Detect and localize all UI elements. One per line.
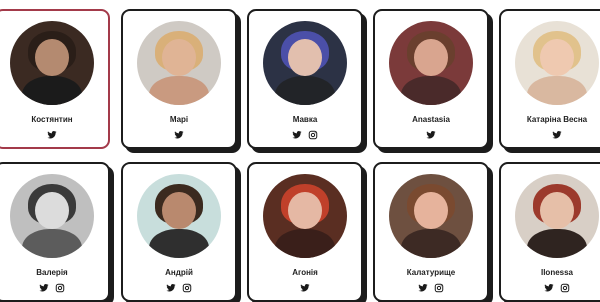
social-links [174,130,184,140]
avatar [263,21,347,105]
twitter-icon[interactable] [552,130,562,140]
social-links [552,130,562,140]
avatar [137,21,221,105]
social-links [47,130,57,140]
twitter-icon[interactable] [544,283,554,293]
social-links [300,283,310,293]
profile-card[interactable]: Калатурище [373,162,489,302]
profile-name: Андрій [165,268,193,277]
instagram-icon[interactable] [182,283,192,293]
instagram-icon[interactable] [560,283,570,293]
twitter-icon[interactable] [166,283,176,293]
profile-card[interactable]: Anastasia [373,9,489,149]
instagram-icon[interactable] [55,283,65,293]
profile-name: Агонія [292,268,318,277]
profile-card[interactable]: Андрій [121,162,237,302]
avatar [10,174,94,258]
social-links [426,130,436,140]
avatar [10,21,94,105]
twitter-icon[interactable] [174,130,184,140]
profile-card[interactable]: Костянтин [0,9,110,149]
avatar [515,174,599,258]
twitter-icon[interactable] [300,283,310,293]
profile-card[interactable]: Валерія [0,162,110,302]
profile-card[interactable]: Мавка [247,9,363,149]
profile-name: Мавка [292,115,318,124]
social-links [39,283,65,293]
twitter-icon[interactable] [292,130,302,140]
social-links [544,283,570,293]
avatar [263,174,347,258]
profile-name: Ilonessa [540,268,573,277]
profile-name: Валерія [36,268,68,277]
profile-card[interactable]: Катаріна Весна [499,9,600,149]
twitter-icon[interactable] [47,130,57,140]
profile-name: Костянтин [31,115,73,124]
profile-name: Марі [169,115,189,124]
avatar [389,174,473,258]
profile-card[interactable]: Агонія [247,162,363,302]
social-links [292,130,318,140]
twitter-icon[interactable] [426,130,436,140]
avatar [515,21,599,105]
profile-name: Калатурище [406,268,456,277]
profile-card[interactable]: Ilonessa [499,162,600,302]
social-links [166,283,192,293]
profile-name: Anastasia [412,115,450,124]
profile-card[interactable]: Марі [121,9,237,149]
instagram-icon[interactable] [434,283,444,293]
twitter-icon[interactable] [39,283,49,293]
twitter-icon[interactable] [418,283,428,293]
avatar [389,21,473,105]
social-links [418,283,444,293]
avatar [137,174,221,258]
profile-name: Катаріна Весна [526,115,588,124]
instagram-icon[interactable] [308,130,318,140]
